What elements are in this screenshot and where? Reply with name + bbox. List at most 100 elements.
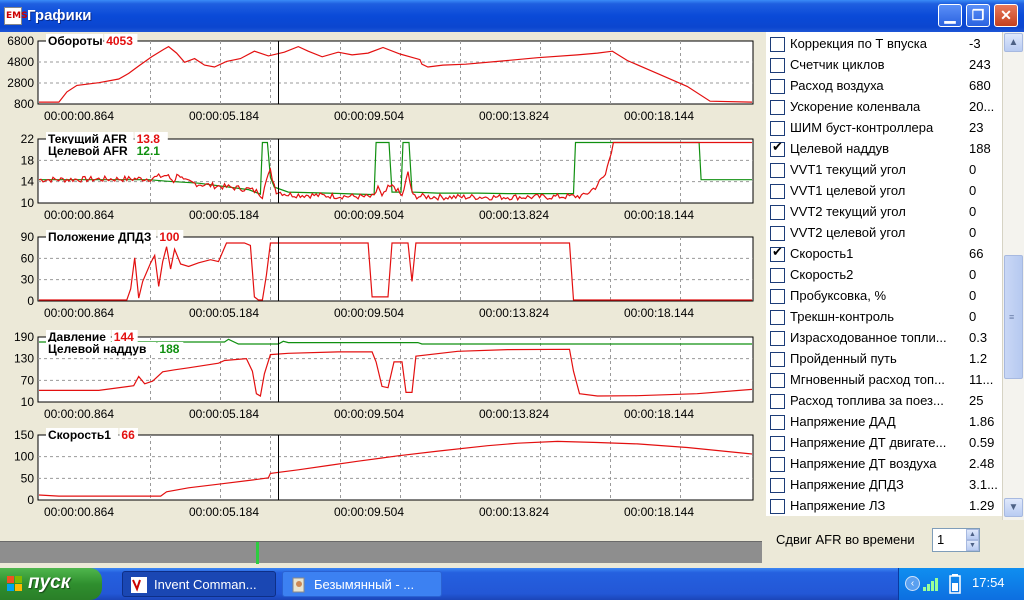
param-checkbox[interactable] xyxy=(770,310,785,325)
param-value: 20... xyxy=(969,99,995,114)
param-row[interactable]: Скорость2 0 xyxy=(766,265,1002,286)
param-checkbox[interactable] xyxy=(770,478,785,493)
parameters-scrollbar[interactable]: ▲ ≡ ▼ xyxy=(1002,32,1024,520)
afr-shift-spinner[interactable]: 1 ▲ ▼ xyxy=(932,528,980,552)
show-hidden-icons-button[interactable]: ‹ xyxy=(905,576,920,591)
x-tick-label: 00:00:05.184 xyxy=(189,208,259,222)
spin-up-button[interactable]: ▲ xyxy=(966,529,979,540)
param-row[interactable]: Напряжение ДТ двигате... 0.59 xyxy=(766,433,1002,454)
param-row[interactable]: Напряжение ДТ воздуха 2.48 xyxy=(766,454,1002,475)
param-value: 66 xyxy=(969,246,984,261)
x-tick-label: 00:00:13.824 xyxy=(479,407,549,421)
timeline-scrollbar[interactable] xyxy=(0,541,762,564)
app-icon: EMS xyxy=(4,7,28,25)
param-checkbox[interactable] xyxy=(770,352,785,367)
taskbar-item-invent[interactable]: Invent Comman... xyxy=(122,571,276,597)
param-row[interactable]: VVT1 целевой угол 0 xyxy=(766,181,1002,202)
param-row[interactable]: Напряжение ДПДЗ 3.1... xyxy=(766,475,1002,496)
scroll-up-button[interactable]: ▲ xyxy=(1004,33,1023,52)
y-tick-label: 30 xyxy=(21,273,35,287)
afr-shift-label: Сдвиг AFR во времени xyxy=(776,532,915,547)
param-row[interactable]: Израсходованное топли... 0.3 xyxy=(766,328,1002,349)
start-label: пуск xyxy=(28,572,71,593)
param-checkbox[interactable] xyxy=(770,37,785,52)
param-checkbox[interactable] xyxy=(770,163,785,178)
param-checkbox[interactable] xyxy=(770,394,785,409)
y-tick-label: 130 xyxy=(14,352,34,366)
param-row[interactable]: Пробуксовка, % 0 xyxy=(766,286,1002,307)
param-row[interactable]: Трекшн-контроль 0 xyxy=(766,307,1002,328)
param-row[interactable]: ШИМ буст-контроллера 23 xyxy=(766,118,1002,139)
param-row[interactable]: Мгновенный расход топ... 11... xyxy=(766,370,1002,391)
param-checkbox[interactable] xyxy=(770,331,785,346)
param-checkbox[interactable] xyxy=(770,226,785,241)
param-checkbox[interactable] xyxy=(770,373,785,388)
param-row[interactable]: Ускорение коленвала 20... xyxy=(766,97,1002,118)
scroll-thumb[interactable]: ≡ xyxy=(1004,255,1023,379)
param-row[interactable]: Целевой наддув 188 xyxy=(766,139,1002,160)
param-label: VVT1 целевой угол xyxy=(790,183,906,198)
chart-plot-area[interactable] xyxy=(37,40,754,105)
chart-title-part: 100 xyxy=(159,230,179,244)
param-checkbox[interactable] xyxy=(770,79,785,94)
param-checkbox[interactable] xyxy=(770,100,785,115)
param-value: -3 xyxy=(969,36,981,51)
scroll-down-button[interactable]: ▼ xyxy=(1004,498,1023,517)
charts-svg[interactable]: 6800 4800 2800 800 00:00:00.864 00:00:05.184 0… xyxy=(0,32,762,540)
start-button[interactable]: пуск xyxy=(0,568,102,600)
afr-shift-value[interactable]: 1 xyxy=(937,532,944,547)
param-checkbox[interactable] xyxy=(770,121,785,136)
param-label: Напряжение ДАД xyxy=(790,414,896,429)
taskbar-item-paint[interactable]: Безымянный - ... xyxy=(282,571,442,597)
chart-title-part: Целевой AFR xyxy=(48,144,128,158)
x-tick-label: 00:00:18.144 xyxy=(624,208,694,222)
param-row[interactable]: Скорость1 66 xyxy=(766,244,1002,265)
param-row[interactable]: VVT1 текущий угол 0 xyxy=(766,160,1002,181)
app-icon xyxy=(131,577,147,593)
param-checkbox[interactable] xyxy=(770,289,785,304)
y-tick-label: 70 xyxy=(21,373,35,387)
title-bar[interactable]: EMS Графики ▁ ❐ ✕ xyxy=(0,0,1024,32)
x-tick-label: 00:00:09.504 xyxy=(334,407,404,421)
y-tick-label: 190 xyxy=(14,330,34,344)
close-button[interactable]: ✕ xyxy=(994,4,1018,27)
param-checkbox[interactable] xyxy=(770,58,785,73)
param-checkbox[interactable] xyxy=(770,268,785,283)
system-tray: ‹ 17:54 xyxy=(898,568,1024,600)
param-row[interactable]: Счетчик циклов 243 xyxy=(766,55,1002,76)
param-value: 0.59 xyxy=(969,435,995,450)
param-row[interactable]: Расход топлива за поез... 25 xyxy=(766,391,1002,412)
param-checkbox[interactable] xyxy=(770,436,785,451)
y-tick-label: 10 xyxy=(21,196,35,210)
param-value: 0 xyxy=(969,225,977,240)
param-row[interactable]: Коррекция по Т впуска -3 xyxy=(766,34,1002,55)
battery-icon[interactable] xyxy=(949,574,961,594)
param-checkbox[interactable] xyxy=(770,457,785,472)
param-checkbox[interactable] xyxy=(770,499,785,514)
param-row[interactable]: Напряжение ЛЗ 1.29 xyxy=(766,496,1002,516)
param-checkbox[interactable] xyxy=(770,415,785,430)
y-tick-label: 90 xyxy=(21,230,35,244)
chart-title-part: Целевой наддув xyxy=(48,342,146,356)
x-tick-label: 00:00:18.144 xyxy=(624,306,694,320)
maximize-button[interactable]: ❐ xyxy=(966,4,990,27)
y-tick-label: 10 xyxy=(21,395,35,409)
param-checkbox[interactable] xyxy=(770,245,785,262)
param-row[interactable]: Напряжение ДАД 1.86 xyxy=(766,412,1002,433)
param-label: VVT1 текущий угол xyxy=(790,162,906,177)
spin-down-button[interactable]: ▼ xyxy=(966,540,979,551)
x-tick-label: 00:00:00.864 xyxy=(44,109,114,123)
param-row[interactable]: VVT2 текущий угол 0 xyxy=(766,202,1002,223)
spin-down-icon: ▼ xyxy=(969,542,976,549)
chart-plot-area[interactable] xyxy=(37,236,754,302)
param-checkbox[interactable] xyxy=(770,140,785,157)
minimize-button[interactable]: ▁ xyxy=(938,4,962,27)
param-value: 0 xyxy=(969,288,977,303)
param-checkbox[interactable] xyxy=(770,184,785,199)
signal-strength-icon[interactable] xyxy=(923,577,941,591)
param-row[interactable]: Расход воздуха 680 xyxy=(766,76,1002,97)
param-row[interactable]: Пройденный путь 1.2 xyxy=(766,349,1002,370)
param-row[interactable]: VVT2 целевой угол 0 xyxy=(766,223,1002,244)
timeline-position-marker[interactable] xyxy=(256,542,259,564)
param-checkbox[interactable] xyxy=(770,205,785,220)
